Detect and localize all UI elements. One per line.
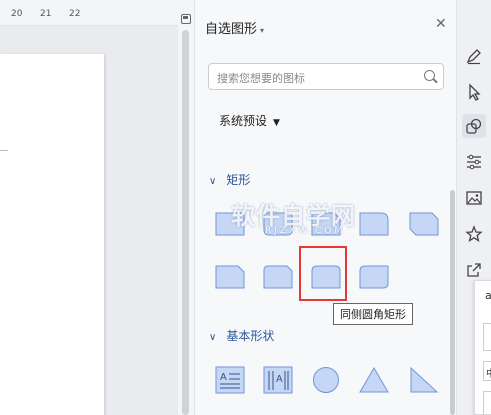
category-label: 矩形 — [226, 173, 251, 187]
side-popup: a 中 — [474, 280, 491, 415]
shape-vertical-text-box[interactable]: A — [263, 366, 293, 394]
preset-label: 系统预设 — [219, 114, 268, 128]
cursor-icon[interactable] — [462, 80, 486, 104]
shape-oval[interactable] — [311, 366, 341, 394]
panel-title[interactable]: 自选图形 ▾ — [205, 18, 264, 37]
watermark-subtext: RJZXW.COM — [265, 226, 346, 236]
shape-snip-same-side-corner-rectangle[interactable] — [409, 210, 439, 238]
close-icon[interactable]: ✕ — [435, 17, 447, 31]
shape-round-single-corner-rectangle[interactable] — [359, 210, 389, 238]
document-area[interactable]: 20 21 22 — [0, 0, 178, 415]
svg-text:A: A — [220, 372, 227, 383]
popup-input[interactable] — [483, 323, 491, 351]
shapes-icon[interactable] — [462, 114, 486, 138]
shape-isosceles-triangle[interactable] — [359, 366, 389, 394]
horizontal-ruler: 20 21 22 — [0, 0, 178, 26]
document-scrollbar[interactable] — [178, 0, 194, 415]
shape-snip-round-rectangle[interactable] — [263, 263, 293, 291]
scrollbar-thumb[interactable] — [182, 30, 189, 415]
panel-title-text: 自选图形 — [205, 22, 258, 37]
document-page[interactable] — [0, 54, 104, 415]
search-input[interactable]: 搜索您想要的图标 — [208, 63, 444, 90]
panel-scrollbar[interactable] — [450, 190, 455, 415]
share-icon[interactable] — [462, 258, 486, 282]
popup-text: a — [485, 289, 491, 302]
margin-marker — [0, 150, 8, 151]
sliders-icon[interactable] — [462, 150, 486, 174]
category-rectangle[interactable]: ∨ 矩形 — [209, 171, 250, 188]
app-window: 20 21 22 自选图形 ▾ ✕ 搜索您想要的图标 系统预设 ▼ ∨ 矩形 同… — [0, 0, 491, 415]
ruler-tick: 20 — [11, 9, 23, 19]
tooltip: 同侧圆角矩形 — [333, 303, 413, 325]
ruler-tick: 21 — [40, 9, 52, 19]
shape-snip-diagonal-corner-rectangle[interactable] — [215, 263, 245, 291]
search-icon[interactable] — [424, 70, 435, 81]
search-placeholder: 搜索您想要的图标 — [217, 72, 305, 85]
pen-icon[interactable] — [462, 44, 486, 68]
star-icon[interactable] — [462, 222, 486, 246]
shapes-panel: 自选图形 ▾ ✕ 搜索您想要的图标 系统预设 ▼ ∨ 矩形 同侧圆角矩形 ∨ 基… — [194, 0, 456, 415]
triangle-down-icon: ▼ — [273, 118, 280, 128]
image-icon[interactable] — [462, 186, 486, 210]
selected-shape-highlight — [299, 246, 347, 301]
popup-input[interactable] — [483, 391, 491, 415]
preset-dropdown[interactable]: 系统预设 ▼ — [219, 112, 280, 129]
shape-round-diagonal-corner-rectangle[interactable] — [359, 263, 389, 291]
category-basic-shapes[interactable]: ∨ 基本形状 — [209, 327, 274, 344]
shape-right-triangle[interactable] — [409, 366, 439, 394]
svg-text:A: A — [276, 374, 283, 385]
ruler-tick: 22 — [69, 9, 81, 19]
shape-text-box[interactable]: A — [215, 366, 245, 394]
chevron-down-icon: ∨ — [209, 332, 217, 343]
popup-field[interactable]: 中 — [483, 361, 491, 381]
caret-down-icon: ▾ — [260, 26, 265, 35]
save-icon[interactable] — [181, 14, 191, 24]
chevron-down-icon: ∨ — [209, 176, 217, 187]
category-label: 基本形状 — [226, 329, 275, 343]
